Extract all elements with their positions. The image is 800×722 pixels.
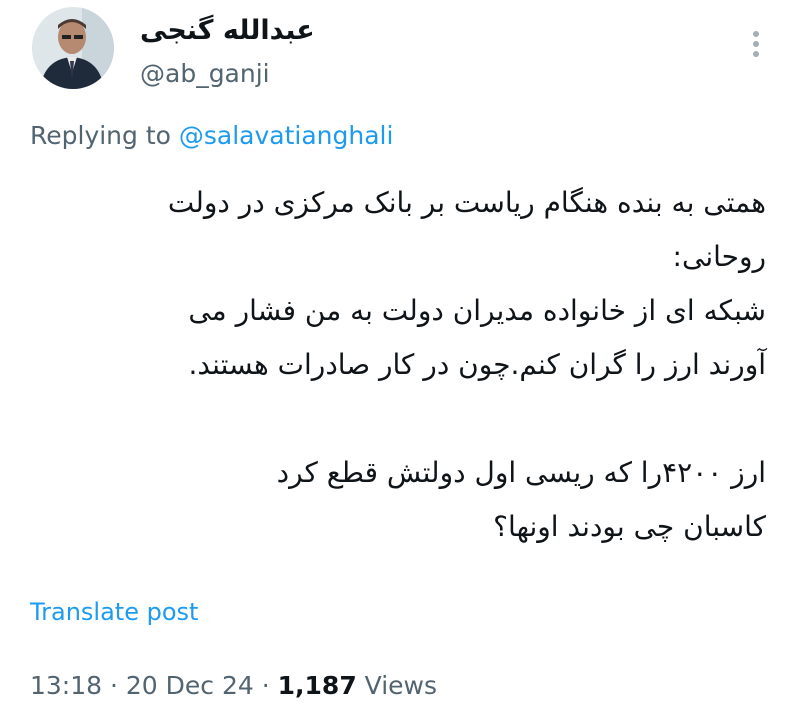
meta-separator: · [102, 671, 126, 700]
profile-photo-icon [32, 7, 114, 89]
author-handle[interactable]: @ab_ganji [140, 58, 270, 90]
replying-to: Replying to @salavatianghali [30, 120, 393, 152]
meta-separator: · [253, 671, 278, 700]
views-count: 1,187 [277, 671, 357, 700]
replying-to-label: Replying to [30, 121, 179, 150]
post-text: همتی به بنده هنگام ریاست بر بانک مرکزی د… [26, 176, 766, 554]
tweet-card: عبدالله گنجی @ab_ganji Replying to @sala… [0, 0, 800, 722]
translate-post-link[interactable]: Translate post [30, 596, 198, 628]
reply-mention-link[interactable]: @salavatianghali [179, 121, 394, 150]
post-line: شبکه ای از خانواده مدیران دولت به من فشا… [188, 294, 766, 327]
post-line: کاسبان چی بودند اونها؟ [493, 510, 766, 543]
post-line: روحانی: [672, 240, 766, 273]
author-display-name[interactable]: عبدالله گنجی [140, 14, 315, 48]
post-date[interactable]: 20 Dec 24 [126, 671, 254, 700]
post-blank-line [26, 392, 766, 446]
post-line: آورند ارز را گران کنم.چون در کار صادرات … [188, 348, 766, 381]
more-options-button[interactable] [744, 24, 768, 64]
post-time[interactable]: 13:18 [30, 671, 102, 700]
views-label: Views [356, 671, 438, 700]
post-line: ارز ۴۲۰۰را که ریسی اول دولتش قطع کرد [276, 456, 766, 489]
post-metadata: 13:18 · 20 Dec 24 · 1,187 Views [30, 670, 437, 702]
avatar[interactable] [32, 7, 114, 89]
post-line: همتی به بنده هنگام ریاست بر بانک مرکزی د… [167, 186, 766, 219]
more-vertical-icon [753, 31, 759, 57]
